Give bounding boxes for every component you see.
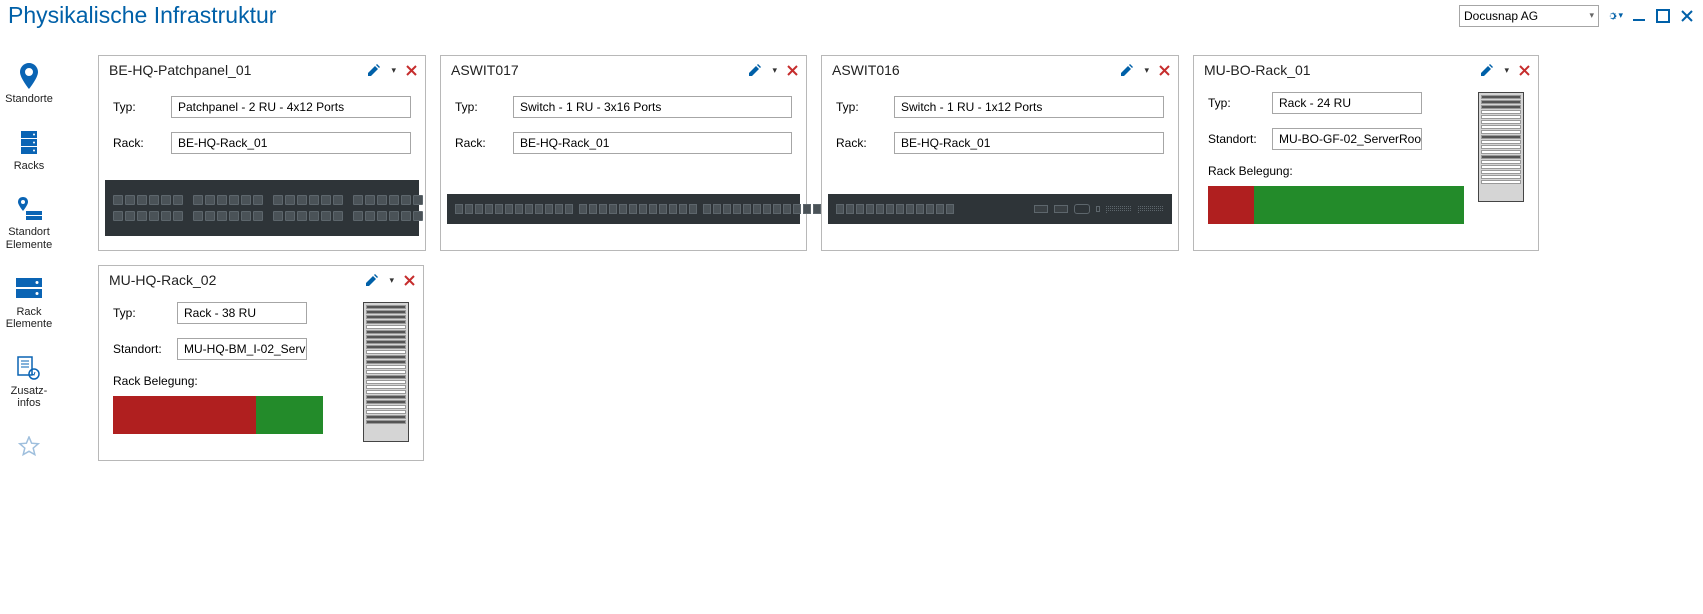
sidebar-item-rack-elemente[interactable]: Rack Elemente: [6, 276, 52, 331]
close-card-button[interactable]: [404, 275, 415, 286]
sidebar-item-label: Racks: [14, 160, 45, 173]
close-card-button[interactable]: [1519, 65, 1530, 76]
card-grid: BE-HQ-Patchpanel_01 ▾ Typ:Patchpanel - 2…: [58, 35, 1703, 611]
rack-occupancy-bar: [113, 396, 323, 434]
content-area: Standorte Racks Standort Elemente Rack E…: [0, 35, 1703, 611]
device-graphic: [105, 180, 419, 236]
device-graphic: [828, 194, 1172, 224]
menu-button[interactable]: ▾: [1504, 65, 1509, 76]
sidebar-item-label: Zusatz- infos: [11, 385, 48, 410]
card-aswit016: ASWIT016 ▾ Typ:Switch - 1 RU - 1x12 Port…: [821, 55, 1179, 251]
header-bar: Physikalische Infrastruktur Docusnap AG …: [0, 0, 1703, 35]
typ-input[interactable]: Switch - 1 RU - 3x16 Ports: [513, 96, 792, 118]
card-patchpanel: BE-HQ-Patchpanel_01 ▾ Typ:Patchpanel - 2…: [98, 55, 426, 251]
typ-label: Typ:: [113, 306, 177, 320]
edit-button[interactable]: [365, 273, 379, 287]
rack-elements-icon: [16, 276, 42, 302]
typ-input[interactable]: Rack - 24 RU: [1272, 92, 1422, 114]
tenant-combo-value: Docusnap AG: [1464, 9, 1538, 23]
edit-button[interactable]: [367, 63, 381, 77]
typ-label: Typ:: [455, 100, 513, 114]
chevron-down-icon: ▾: [1589, 10, 1594, 21]
card-title: ASWIT017: [451, 62, 519, 78]
sidebar-item-standorte[interactable]: Standorte: [5, 63, 53, 106]
standort-input[interactable]: MU-BO-GF-02_ServerRoom: [1272, 128, 1422, 150]
close-card-button[interactable]: [787, 65, 798, 76]
card-title: MU-HQ-Rack_02: [109, 272, 216, 288]
card-muhq-rack: MU-HQ-Rack_02 ▾ Typ:Rack - 38 RU Standor…: [98, 265, 424, 461]
info-icon: [16, 355, 42, 381]
chevron-down-icon: ▾: [1618, 10, 1623, 21]
card-aswit017: ASWIT017 ▾ Typ:Switch - 1 RU - 3x16 Port…: [440, 55, 807, 251]
sidebar-item-label: Rack Elemente: [6, 306, 52, 331]
card-title: ASWIT016: [832, 62, 900, 78]
edit-button[interactable]: [1120, 63, 1134, 77]
page-title: Physikalische Infrastruktur: [8, 2, 276, 29]
sidebar-item-label: Standort Elemente: [6, 226, 52, 251]
close-card-button[interactable]: [1159, 65, 1170, 76]
standort-label: Standort:: [1208, 132, 1272, 146]
rack-label: Rack:: [836, 136, 894, 150]
menu-button[interactable]: ▾: [389, 275, 394, 286]
typ-label: Typ:: [1208, 96, 1272, 110]
sidebar-item-standort-elemente[interactable]: Standort Elemente: [6, 196, 52, 251]
typ-input[interactable]: Rack - 38 RU: [177, 302, 307, 324]
card-title: BE-HQ-Patchpanel_01: [109, 62, 251, 78]
typ-label: Typ:: [836, 100, 894, 114]
rack-label: Rack:: [113, 136, 171, 150]
card-mubo-rack: MU-BO-Rack_01 ▾ Typ:Rack - 24 RU Standor…: [1193, 55, 1539, 251]
menu-button[interactable]: ▾: [391, 65, 396, 76]
sidebar-item-zusatzinfos[interactable]: Zusatz- infos: [11, 355, 48, 410]
sidebar-item-label: Standorte: [5, 93, 53, 106]
edit-button[interactable]: [748, 63, 762, 77]
typ-input[interactable]: Patchpanel - 2 RU - 4x12 Ports: [171, 96, 411, 118]
close-card-button[interactable]: [406, 65, 417, 76]
location-pin-icon: [16, 63, 42, 89]
minimize-button[interactable]: [1631, 8, 1647, 24]
standort-label: Standort:: [113, 342, 177, 356]
tenant-combo[interactable]: Docusnap AG ▾: [1459, 5, 1599, 27]
header-actions: Docusnap AG ▾ ▾: [1459, 5, 1695, 27]
rack-occupancy-bar: [1208, 186, 1464, 224]
sidebar-item-favorites[interactable]: [16, 434, 42, 460]
sidebar: Standorte Racks Standort Elemente Rack E…: [0, 35, 58, 611]
rack-input[interactable]: BE-HQ-Rack_01: [513, 132, 792, 154]
device-graphic: [447, 194, 800, 224]
rack-thumbnail: [363, 302, 409, 442]
typ-label: Typ:: [113, 100, 171, 114]
edit-button[interactable]: [1480, 63, 1494, 77]
gear-icon[interactable]: ▾: [1607, 8, 1623, 24]
belegung-label: Rack Belegung:: [1208, 164, 1464, 178]
star-icon: [16, 434, 42, 460]
rack-input[interactable]: BE-HQ-Rack_01: [894, 132, 1164, 154]
racks-icon: [16, 130, 42, 156]
menu-button[interactable]: ▾: [772, 65, 777, 76]
sidebar-item-racks[interactable]: Racks: [14, 130, 45, 173]
location-elements-icon: [16, 196, 42, 222]
rack-thumbnail: [1478, 92, 1524, 202]
belegung-label: Rack Belegung:: [113, 374, 349, 388]
rack-label: Rack:: [455, 136, 513, 150]
rack-input[interactable]: BE-HQ-Rack_01: [171, 132, 411, 154]
typ-input[interactable]: Switch - 1 RU - 1x12 Ports: [894, 96, 1164, 118]
maximize-button[interactable]: [1655, 8, 1671, 24]
menu-button[interactable]: ▾: [1144, 65, 1149, 76]
standort-input[interactable]: MU-HQ-BM_I-02_ServerRo: [177, 338, 307, 360]
close-button[interactable]: [1679, 8, 1695, 24]
card-title: MU-BO-Rack_01: [1204, 62, 1311, 78]
